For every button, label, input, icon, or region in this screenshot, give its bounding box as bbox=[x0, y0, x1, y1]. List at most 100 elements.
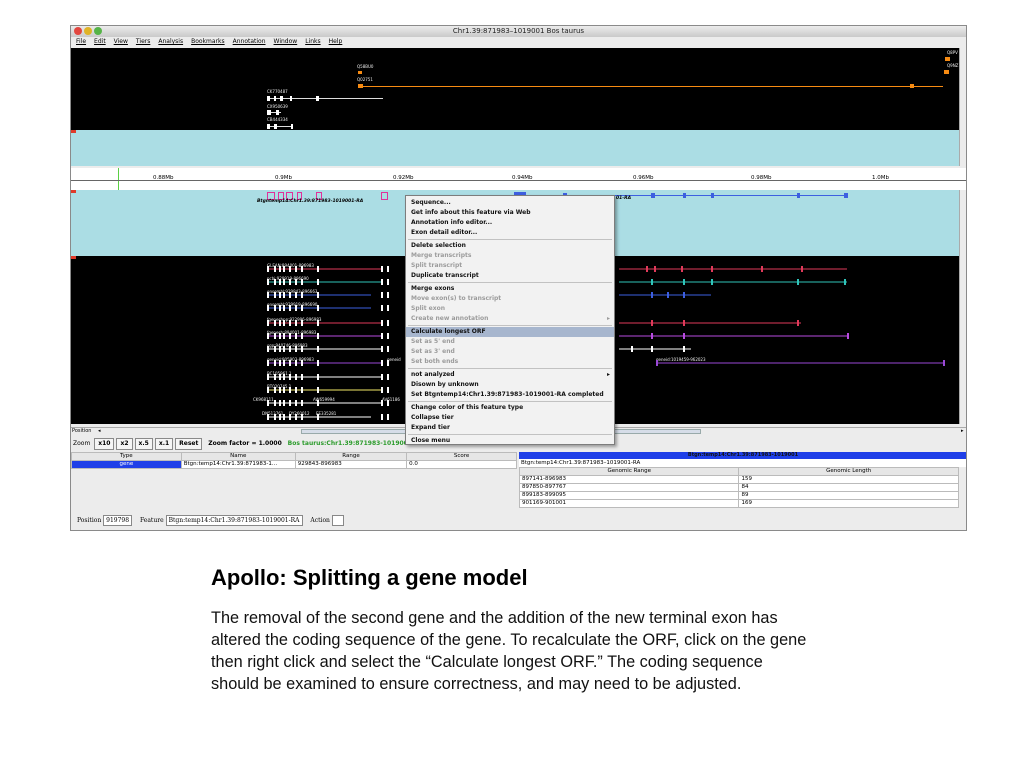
context-menu-item[interactable]: Duplicate transcript bbox=[406, 271, 614, 281]
evidence-exon[interactable] bbox=[381, 414, 383, 420]
evidence-exon[interactable] bbox=[289, 266, 291, 272]
evidence-exon[interactable] bbox=[267, 305, 269, 311]
evidence-exon[interactable] bbox=[289, 400, 291, 406]
menu-window[interactable]: Window bbox=[274, 38, 298, 45]
evidence-exon[interactable] bbox=[289, 333, 291, 339]
evidence-exon[interactable] bbox=[267, 400, 269, 406]
context-menu-item[interactable]: Delete selection bbox=[406, 241, 614, 251]
evidence-exon[interactable] bbox=[283, 414, 285, 420]
evidence-exon[interactable] bbox=[283, 333, 285, 339]
evidence-exon[interactable] bbox=[317, 279, 319, 285]
evidence-exon[interactable] bbox=[381, 374, 383, 380]
evidence-exon[interactable] bbox=[279, 333, 281, 339]
evidence-exon[interactable] bbox=[267, 320, 269, 326]
evidence-exon[interactable] bbox=[279, 266, 281, 272]
evidence-exon[interactable] bbox=[279, 279, 281, 285]
scroll-right-arrow[interactable]: ▸ bbox=[961, 428, 964, 434]
minimize-window-button[interactable] bbox=[84, 27, 92, 35]
evidence-exon[interactable] bbox=[283, 305, 285, 311]
evidence-exon[interactable] bbox=[301, 333, 303, 339]
evidence-exon[interactable] bbox=[943, 360, 945, 366]
cell-length[interactable]: 159 bbox=[738, 475, 959, 484]
evidence-exon[interactable] bbox=[283, 400, 285, 406]
context-menu-item[interactable]: not analyzed ▸ bbox=[406, 370, 614, 380]
evidence-exon[interactable] bbox=[381, 292, 383, 298]
evidence-exon[interactable] bbox=[683, 333, 685, 339]
evidence-exon[interactable] bbox=[761, 266, 763, 272]
evidence-exon[interactable] bbox=[279, 360, 281, 366]
evidence-exon[interactable] bbox=[295, 360, 297, 366]
evidence-exon[interactable] bbox=[283, 387, 285, 393]
evidence-exon[interactable] bbox=[381, 346, 383, 352]
evidence-exon[interactable] bbox=[387, 266, 389, 272]
zoom-reset-button[interactable]: Reset bbox=[175, 437, 203, 450]
evidence-exon[interactable] bbox=[267, 360, 269, 366]
evidence-exon[interactable] bbox=[683, 320, 685, 326]
evidence-exon[interactable] bbox=[651, 279, 653, 285]
evidence-exon[interactable] bbox=[387, 279, 389, 285]
evidence-exon[interactable] bbox=[301, 400, 303, 406]
evidence-exon[interactable] bbox=[283, 374, 285, 380]
context-menu-item[interactable]: Sequence... bbox=[406, 198, 614, 208]
annotation-gene-label[interactable]: Btgntemp14:Chr1.39:871983-1019001-RA bbox=[257, 199, 363, 204]
zoom-x10-button[interactable]: x10 bbox=[94, 437, 115, 450]
annotation-scrollbar[interactable] bbox=[959, 130, 966, 166]
cell-range[interactable]: 897850-897767 bbox=[518, 483, 740, 492]
evidence-exon[interactable] bbox=[279, 320, 281, 326]
menu-view[interactable]: View bbox=[114, 38, 128, 45]
table-row[interactable]: gene Btgn:temp14:Chr1.39:871983-1... 929… bbox=[71, 460, 517, 469]
evidence-exon[interactable] bbox=[301, 414, 303, 420]
cell-range[interactable]: 901169-901001 bbox=[518, 499, 740, 508]
evidence-exon[interactable] bbox=[301, 346, 303, 352]
evidence-exon[interactable] bbox=[317, 387, 319, 393]
zoom-x01-button[interactable]: x.1 bbox=[154, 437, 174, 450]
evidence-exon[interactable] bbox=[295, 333, 297, 339]
evidence-exon[interactable] bbox=[381, 400, 383, 406]
evidence-exon[interactable] bbox=[387, 346, 389, 352]
evidence-exon[interactable] bbox=[274, 279, 276, 285]
context-menu-item[interactable]: Change color of this feature type bbox=[406, 403, 614, 413]
evidence-exon[interactable] bbox=[681, 266, 683, 272]
annotation-tier-scrollbar[interactable] bbox=[959, 190, 966, 256]
evidence-exon[interactable] bbox=[279, 374, 281, 380]
evidence-exon[interactable] bbox=[267, 414, 269, 420]
evidence-exon[interactable] bbox=[295, 305, 297, 311]
evidence-exon[interactable] bbox=[295, 292, 297, 298]
evidence-exon[interactable] bbox=[631, 346, 633, 352]
evidence-exon[interactable] bbox=[301, 320, 303, 326]
evidence-exon[interactable] bbox=[387, 360, 389, 366]
table-row[interactable]: 897141-896983 159 bbox=[518, 475, 959, 484]
feature-block[interactable] bbox=[910, 84, 914, 88]
evidence-exon[interactable] bbox=[301, 279, 303, 285]
feature-block[interactable] bbox=[945, 57, 950, 61]
evidence-exon[interactable] bbox=[317, 360, 319, 366]
evidence-exon[interactable] bbox=[283, 292, 285, 298]
evidence-exon[interactable] bbox=[801, 266, 803, 272]
evidence-exon[interactable] bbox=[267, 333, 269, 339]
cell-length[interactable]: 89 bbox=[738, 491, 959, 500]
context-menu-item[interactable]: Set Btgntemp14:Chr1.39:871983-1019001-RA… bbox=[406, 390, 614, 400]
evidence-exon[interactable] bbox=[267, 387, 269, 393]
context-menu-item[interactable]: Merge exons bbox=[406, 284, 614, 294]
evidence-exon[interactable] bbox=[387, 387, 389, 393]
cell-score[interactable]: 0.0 bbox=[406, 460, 517, 469]
evidence-exon[interactable] bbox=[295, 320, 297, 326]
evidence-exon[interactable] bbox=[381, 387, 383, 393]
evidence-exon[interactable] bbox=[651, 333, 653, 339]
evidence-exon[interactable] bbox=[274, 374, 276, 380]
status-feature-field[interactable]: Btgn:temp14:Chr1.39:871983-1019001-RA bbox=[165, 515, 303, 526]
evidence-exon[interactable] bbox=[847, 333, 849, 339]
evidence-exon[interactable] bbox=[279, 414, 281, 420]
feature-block[interactable] bbox=[358, 71, 362, 74]
cell-type[interactable]: gene bbox=[71, 460, 182, 469]
evidence-exon[interactable] bbox=[295, 387, 297, 393]
evidence-exon[interactable] bbox=[274, 346, 276, 352]
context-menu-item[interactable]: Exon detail editor... bbox=[406, 228, 614, 238]
col-range[interactable]: Range bbox=[294, 452, 408, 461]
evidence-exon[interactable] bbox=[289, 346, 291, 352]
evidence-exon[interactable] bbox=[317, 400, 319, 406]
evidence-exon[interactable] bbox=[667, 292, 669, 298]
evidence-exon[interactable] bbox=[274, 292, 276, 298]
evidence-exon[interactable] bbox=[283, 346, 285, 352]
evidence-exon[interactable] bbox=[387, 305, 389, 311]
